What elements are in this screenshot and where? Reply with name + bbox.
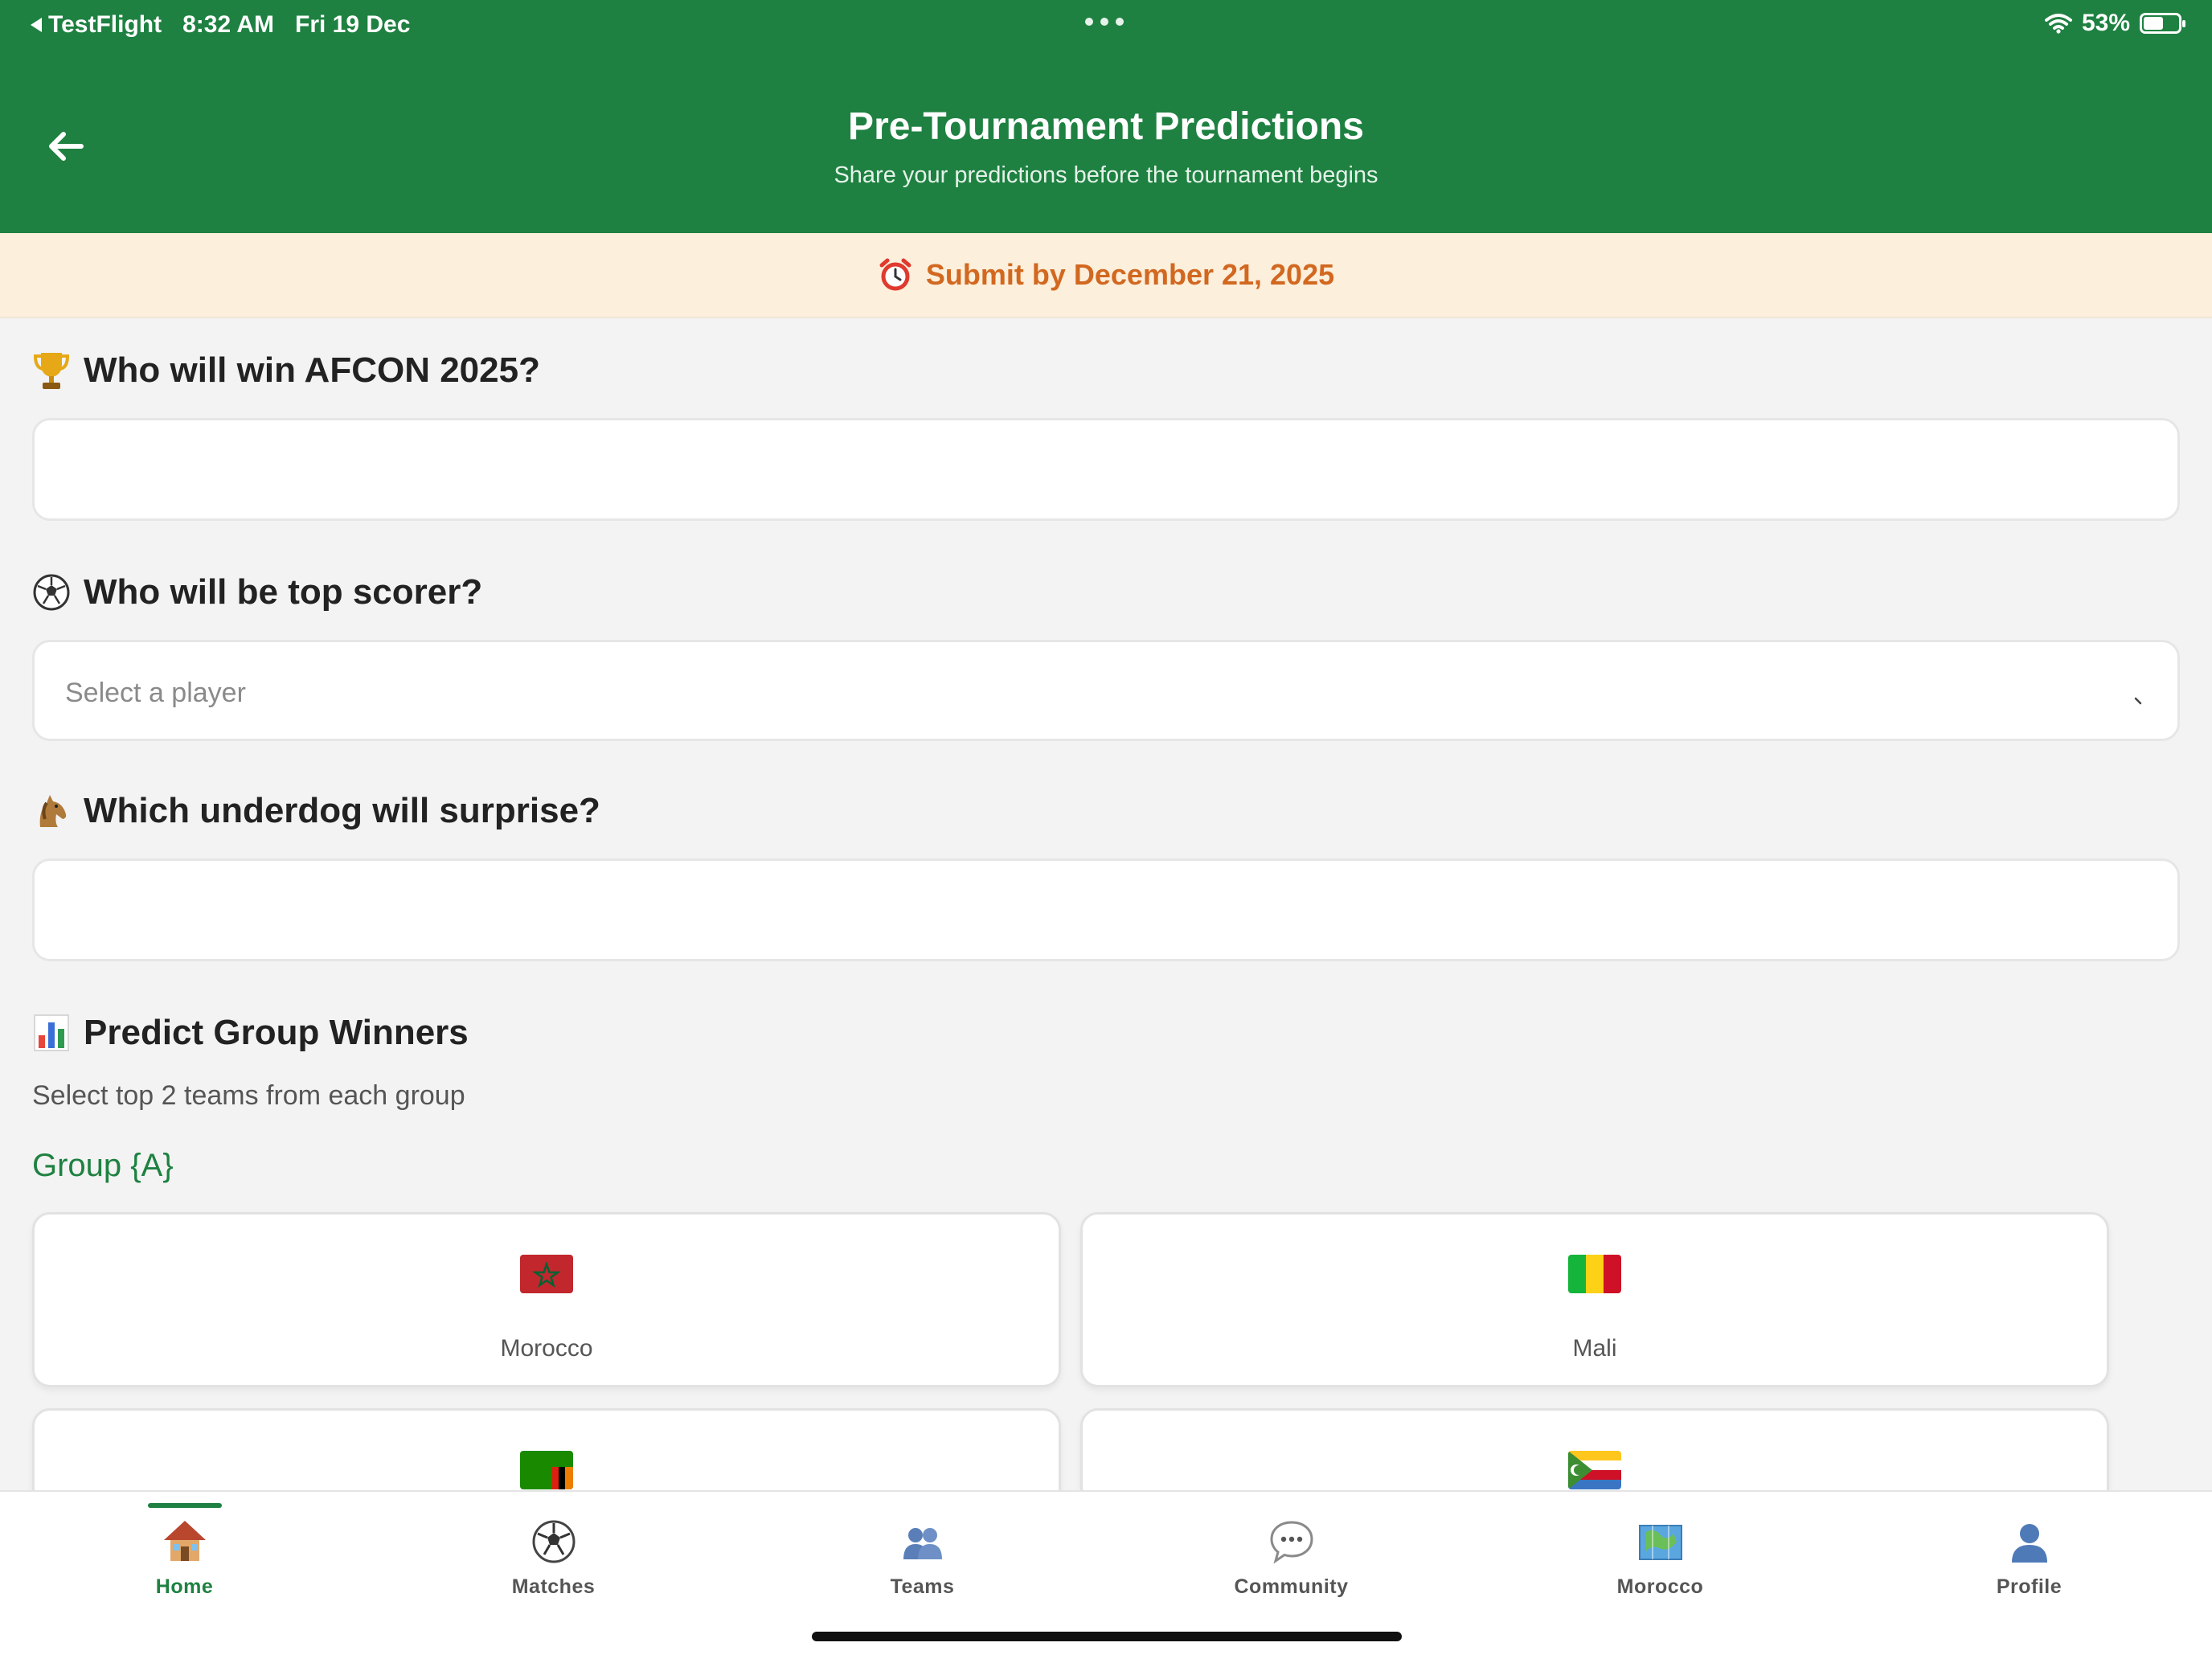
- deadline-banner: Submit by December 21, 2025: [0, 233, 2212, 318]
- tab-home[interactable]: Home: [0, 1492, 369, 1636]
- speech-bubble-icon: [1269, 1521, 1313, 1564]
- tab-label: Home: [155, 1575, 214, 1598]
- team-card-mali[interactable]: Mali: [1080, 1212, 2109, 1387]
- soccer-ball-icon: [32, 573, 71, 612]
- status-bar: TestFlight 8:32 AM Fri 19 Dec 53%: [0, 0, 2212, 50]
- battery-percent: 53%: [2081, 10, 2130, 36]
- back-to-app[interactable]: TestFlight: [31, 11, 162, 39]
- comoros-flag-icon: [1568, 1451, 1621, 1489]
- underdog-input-field[interactable]: [32, 858, 2180, 961]
- status-date: Fri 19 Dec: [295, 11, 411, 38]
- tab-morocco[interactable]: Morocco: [1476, 1492, 1845, 1636]
- status-time: 8:32 AM: [182, 11, 275, 38]
- trophy-icon: [32, 351, 71, 390]
- tab-label: Community: [1234, 1575, 1349, 1598]
- zambia-flag-icon: [520, 1451, 573, 1489]
- underdog-question: Which underdog will surprise?: [32, 791, 600, 831]
- person-icon: [2011, 1524, 2047, 1563]
- back-triangle-icon: [31, 18, 42, 32]
- horse-icon: [32, 792, 71, 830]
- app-header: TestFlight 8:32 AM Fri 19 Dec 53% Pre-To…: [0, 0, 2212, 233]
- tab-label: Matches: [511, 1575, 596, 1598]
- top-scorer-placeholder: Select a player: [65, 678, 246, 708]
- winner-question-title: Who will win AFCON 2025?: [84, 350, 540, 390]
- tab-matches[interactable]: Matches: [369, 1492, 738, 1636]
- underdog-input[interactable]: [35, 861, 2177, 959]
- top-scorer-select[interactable]: Select a player: [32, 640, 2180, 741]
- deadline-text: Submit by December 21, 2025: [925, 258, 1335, 291]
- status-right: 53%: [2044, 10, 2185, 37]
- group-winners-heading: Predict Group Winners: [32, 1013, 469, 1053]
- chevron-down-icon: [2134, 697, 2142, 705]
- page-title: Pre-Tournament Predictions: [848, 105, 1364, 148]
- group-label: Group {A}: [32, 1148, 174, 1183]
- wifi-icon: [2044, 14, 2072, 34]
- back-app-label: TestFlight: [48, 11, 162, 38]
- soccer-ball-icon: [532, 1520, 575, 1563]
- page-subtitle: Share your predictions before the tourna…: [834, 162, 1378, 188]
- winner-question: Who will win AFCON 2025?: [32, 350, 540, 391]
- team-name: Mali: [1572, 1335, 1617, 1362]
- mali-flag-icon: [1568, 1255, 1621, 1293]
- winner-input[interactable]: [35, 420, 2177, 518]
- tab-label: Morocco: [1616, 1575, 1704, 1598]
- tab-profile[interactable]: Profile: [1845, 1492, 2212, 1636]
- team-name: Morocco: [500, 1335, 593, 1362]
- active-tab-indicator: [147, 1503, 222, 1508]
- tab-teams[interactable]: Teams: [738, 1492, 1107, 1636]
- group-winners-title: Predict Group Winners: [84, 1013, 469, 1052]
- alarm-clock-icon: [879, 258, 911, 291]
- morocco-flag-icon: [520, 1255, 573, 1293]
- group-winners-subtitle: Select top 2 teams from each group: [32, 1080, 465, 1111]
- map-icon: [1638, 1525, 1682, 1560]
- tab-label: Teams: [890, 1575, 955, 1598]
- underdog-question-title: Which underdog will surprise?: [84, 791, 600, 830]
- battery-icon: [2140, 13, 2185, 34]
- tab-community[interactable]: Community: [1107, 1492, 1476, 1636]
- bar-chart-icon: [32, 1014, 71, 1052]
- team-card-morocco[interactable]: Morocco: [32, 1212, 1061, 1387]
- home-indicator[interactable]: [812, 1632, 1402, 1641]
- tab-label: Profile: [1996, 1575, 2062, 1598]
- status-left: TestFlight 8:32 AM Fri 19 Dec: [31, 11, 410, 39]
- top-scorer-question-title: Who will be top scorer?: [84, 572, 483, 612]
- winner-input-field[interactable]: [32, 418, 2180, 521]
- top-scorer-question: Who will be top scorer?: [32, 572, 482, 612]
- multitasking-dots-icon[interactable]: [1085, 18, 1124, 26]
- house-icon: [163, 1521, 206, 1561]
- people-icon: [903, 1528, 942, 1559]
